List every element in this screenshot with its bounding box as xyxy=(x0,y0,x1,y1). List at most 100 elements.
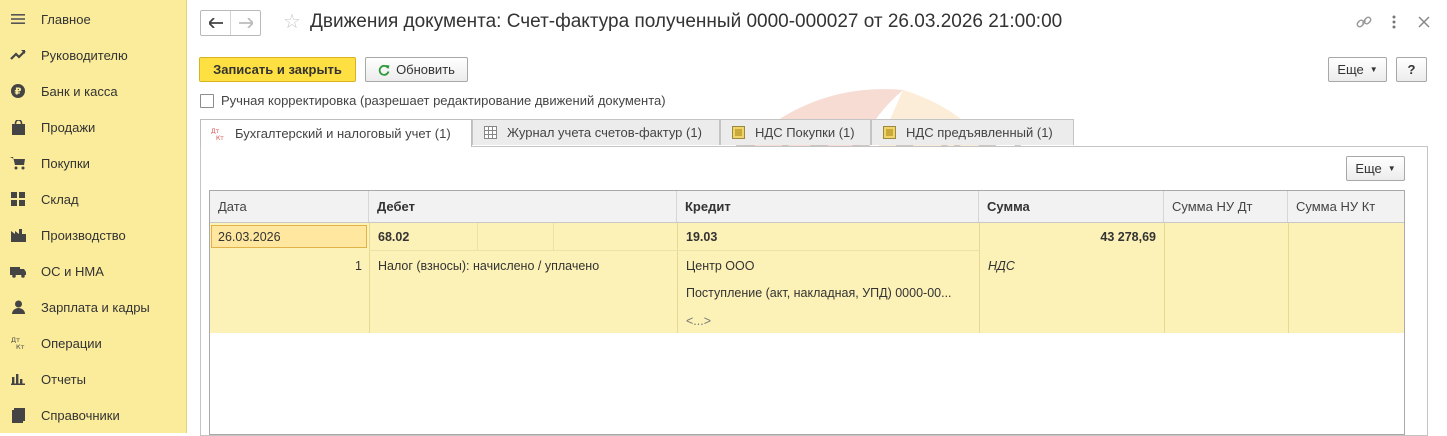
svg-text:Кт: Кт xyxy=(216,135,224,141)
debit-account[interactable]: 68.02 xyxy=(378,230,409,244)
book-icon xyxy=(9,406,27,424)
sidebar-item-purchases[interactable]: Покупки xyxy=(0,145,186,181)
manual-correction-checkbox[interactable] xyxy=(200,93,214,108)
tab-label: НДС Покупки (1) xyxy=(755,125,855,140)
credit-subconto-1[interactable]: Центр ООО xyxy=(686,259,754,273)
column-amount-tax-credit[interactable]: Сумма НУ Кт xyxy=(1288,191,1404,222)
menu-icon xyxy=(9,10,27,28)
sidebar-item-main[interactable]: Главное xyxy=(0,1,186,37)
credit-account[interactable]: 19.03 xyxy=(686,230,717,244)
dt-kt-icon: Дт Кт xyxy=(9,334,27,352)
subcell-divider xyxy=(477,223,478,250)
amount-value[interactable]: 43 278,69 xyxy=(1100,230,1156,244)
tab-accounting[interactable]: Дт Кт Бухгалтерский и налоговый учет (1) xyxy=(200,119,472,147)
column-divider xyxy=(369,223,370,333)
column-divider xyxy=(1288,223,1289,333)
more-vert-icon[interactable] xyxy=(1384,12,1404,32)
close-icon[interactable] xyxy=(1414,12,1434,32)
debit-subconto[interactable]: Налог (взносы): начислено / уплачено xyxy=(378,259,599,273)
tab-vat-presented[interactable]: НДС предъявленный (1) xyxy=(871,119,1074,145)
history-nav xyxy=(200,10,261,36)
column-divider xyxy=(1164,223,1165,333)
sidebar-item-assets[interactable]: ОС и НМА xyxy=(0,253,186,289)
arrow-right-icon xyxy=(238,16,254,31)
tab-invoice-journal[interactable]: Журнал учета счетов-фактур (1) xyxy=(472,119,720,145)
sidebar-item-salary[interactable]: Зарплата и кадры xyxy=(0,289,186,325)
forward-button[interactable] xyxy=(230,11,260,35)
sidebar-item-warehouse[interactable]: Склад xyxy=(0,181,186,217)
column-divider xyxy=(677,223,678,333)
page-title: Движения документа: Счет-фактура получен… xyxy=(310,11,1063,32)
save-and-close-button[interactable]: Записать и закрыть xyxy=(199,57,356,82)
credit-subconto-2[interactable]: Поступление (акт, накладная, УПД) 0000-0… xyxy=(686,286,952,300)
svg-text:₽: ₽ xyxy=(15,87,22,98)
manual-correction-option: Ручная корректировка (разрешает редактир… xyxy=(200,93,666,108)
link-icon[interactable] xyxy=(1354,12,1374,32)
bag-icon xyxy=(9,118,27,136)
sidebar-item-operations[interactable]: Дт Кт Операции xyxy=(0,325,186,361)
favorite-star-icon[interactable]: ☆ xyxy=(283,10,301,34)
table-grid-icon xyxy=(483,126,497,140)
refresh-icon xyxy=(378,64,390,76)
sidebar: Главное Руководителю ₽ Банк и касса Прод… xyxy=(0,0,187,433)
help-button[interactable]: ? xyxy=(1396,57,1427,82)
tab-label: Журнал учета счетов-фактур (1) xyxy=(507,125,702,140)
sidebar-item-label: Операции xyxy=(41,335,102,351)
column-credit[interactable]: Кредит xyxy=(677,191,979,222)
sidebar-item-manager[interactable]: Руководителю xyxy=(0,37,186,73)
subcell-divider xyxy=(553,223,554,250)
sidebar-item-label: Банк и касса xyxy=(41,83,118,99)
tab-vat-purchases[interactable]: НДС Покупки (1) xyxy=(720,119,871,145)
more-button-label: Еще xyxy=(1355,161,1382,176)
refresh-button-label: Обновить xyxy=(396,62,455,77)
svg-text:Кт: Кт xyxy=(16,343,25,350)
trend-icon xyxy=(9,46,27,64)
sidebar-item-label: Производство xyxy=(41,227,126,243)
entries-table: Дата Дебет Кредит Сумма Сумма НУ Дт Сумм… xyxy=(209,190,1405,435)
table-more-button[interactable]: Еще ▼ xyxy=(1346,156,1405,181)
column-divider xyxy=(979,223,980,333)
sidebar-item-catalogs[interactable]: Справочники xyxy=(0,397,186,433)
person-icon xyxy=(9,298,27,316)
sidebar-item-label: ОС и НМА xyxy=(41,263,104,279)
refresh-button[interactable]: Обновить xyxy=(365,57,468,82)
credit-subconto-3[interactable]: <...> xyxy=(686,314,711,328)
row-number: 1 xyxy=(355,259,362,273)
manual-correction-label: Ручная корректировка (разрешает редактир… xyxy=(221,93,666,108)
tab-label: НДС предъявленный (1) xyxy=(906,125,1053,140)
sidebar-item-label: Продажи xyxy=(41,119,96,135)
column-amount-tax-debit[interactable]: Сумма НУ Дт xyxy=(1164,191,1288,222)
row-divider xyxy=(369,250,979,251)
svg-text:Дт: Дт xyxy=(211,128,220,135)
main-area: УЧЕТ БЕЗ ЗАБОТ ☆ Движения документа: Сче… xyxy=(187,0,1447,436)
sidebar-item-bank[interactable]: ₽ Банк и касса xyxy=(0,73,186,109)
truck-icon xyxy=(9,262,27,280)
ruble-icon: ₽ xyxy=(9,82,27,100)
amount-note: НДС xyxy=(988,259,1015,273)
table-header: Дата Дебет Кредит Сумма Сумма НУ Дт Сумм… xyxy=(210,191,1404,223)
sidebar-item-label: Руководителю xyxy=(41,47,128,63)
sidebar-item-label: Отчеты xyxy=(41,371,86,387)
warehouse-icon xyxy=(9,190,27,208)
column-amount[interactable]: Сумма xyxy=(979,191,1164,222)
column-date[interactable]: Дата xyxy=(210,191,369,222)
sidebar-item-label: Склад xyxy=(41,191,79,207)
register-icon xyxy=(731,126,745,140)
chevron-down-icon: ▼ xyxy=(1387,164,1396,173)
tab-label: Бухгалтерский и налоговый учет (1) xyxy=(235,126,451,141)
sidebar-item-sales[interactable]: Продажи xyxy=(0,109,186,145)
more-button-label: Еще xyxy=(1337,62,1364,77)
more-actions-button[interactable]: Еще ▼ xyxy=(1328,57,1387,82)
sidebar-item-label: Зарплата и кадры xyxy=(41,299,150,315)
column-debit[interactable]: Дебет xyxy=(369,191,677,222)
date-cell[interactable]: 26.03.2026 xyxy=(211,225,367,248)
back-button[interactable] xyxy=(201,11,230,35)
sidebar-item-reports[interactable]: Отчеты xyxy=(0,361,186,397)
cart-icon xyxy=(9,154,27,172)
sidebar-item-production[interactable]: Производство xyxy=(0,217,186,253)
sidebar-item-label: Справочники xyxy=(41,407,120,423)
sidebar-item-label: Главное xyxy=(41,11,91,27)
register-icon xyxy=(882,126,896,140)
arrow-left-icon xyxy=(207,16,223,31)
factory-icon xyxy=(9,226,27,244)
